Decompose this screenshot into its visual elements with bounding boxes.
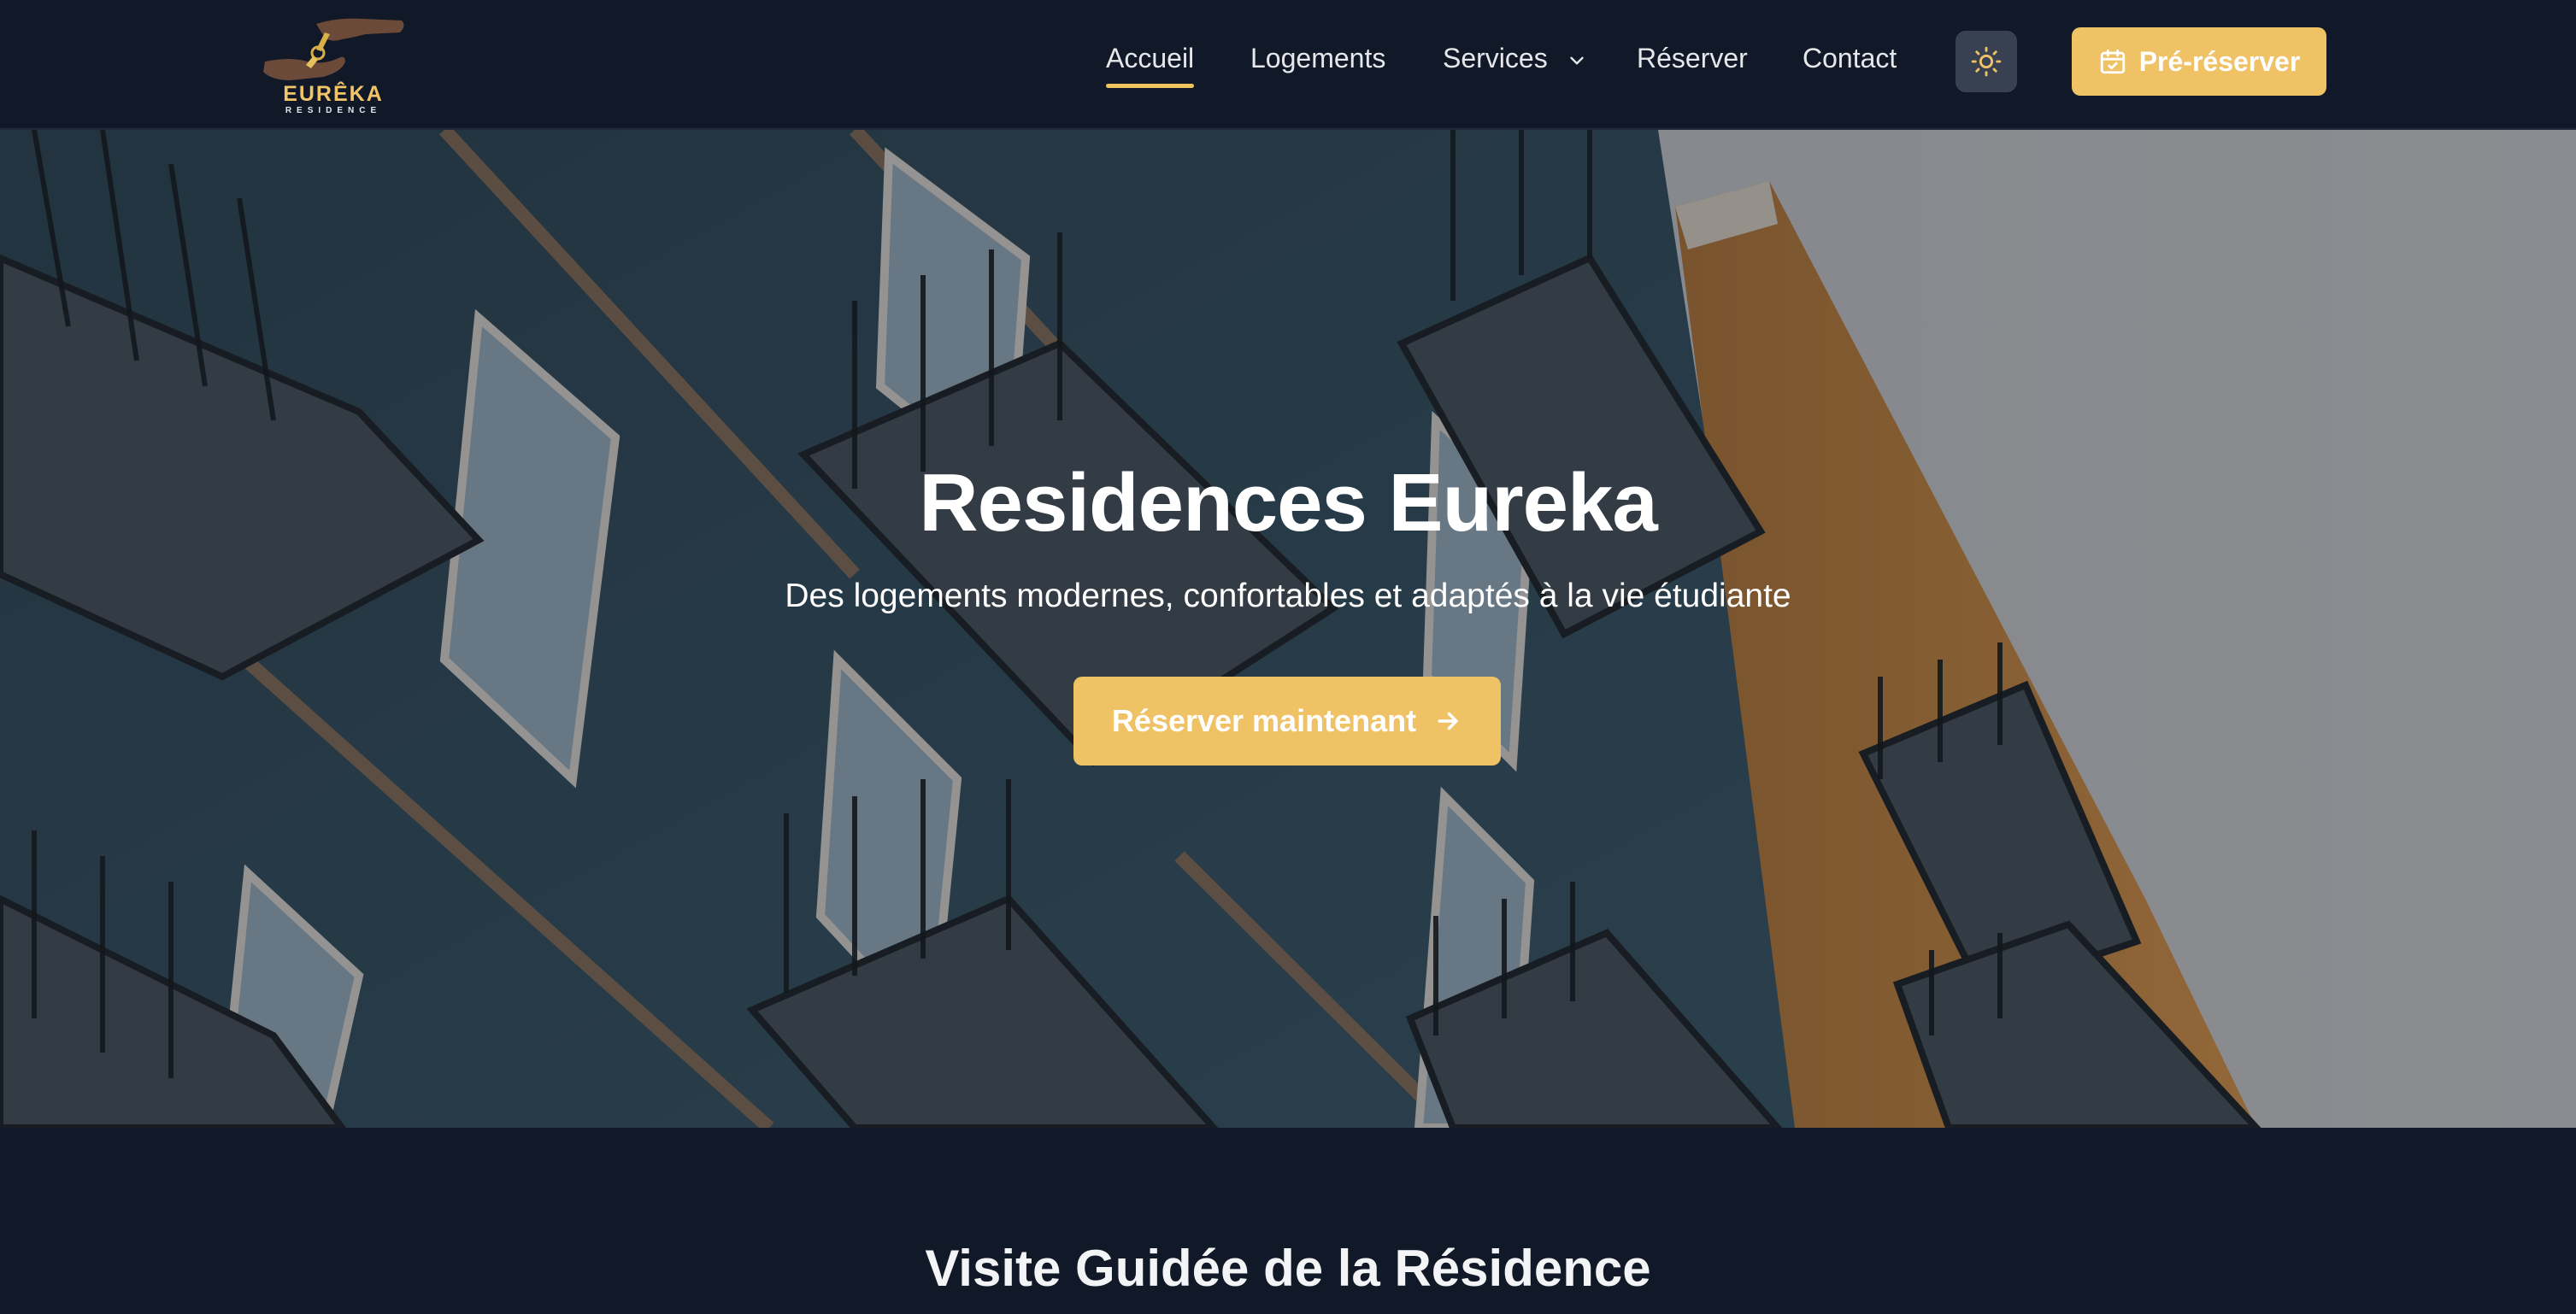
prebook-label: Pré-réserver <box>2138 45 2301 77</box>
hero-subtitle: Des logements modernes, confortables et … <box>785 578 1791 614</box>
hero-section: Residences Eureka Des logements modernes… <box>0 130 2576 1128</box>
prebook-button[interactable]: Pré-réserver <box>2072 27 2326 96</box>
reserve-now-button[interactable]: Réserver maintenant <box>1073 677 1501 766</box>
nav-item-reserver[interactable]: Réserver <box>1637 41 1748 79</box>
hero-title: Residences Eureka <box>919 457 1658 548</box>
nav-item-logements[interactable]: Logements <box>1250 41 1385 79</box>
nav-item-services[interactable]: Services <box>1443 41 1588 79</box>
site-logo[interactable]: EURÊKA RESIDENCE <box>256 9 410 116</box>
hero-overlay <box>0 130 2576 1128</box>
reserve-now-label: Réserver maintenant <box>1111 703 1417 738</box>
sun-icon <box>1971 46 2002 77</box>
chevron-down-icon <box>1566 50 1588 72</box>
brand-name: EURÊKA <box>283 82 384 106</box>
guided-tour-section: Visite Guidée de la Résidence <box>0 1128 2576 1314</box>
nav-item-accueil[interactable]: Accueil <box>1106 41 1195 88</box>
brand-tagline: RESIDENCE <box>285 106 382 115</box>
arrow-right-icon <box>1438 712 1458 730</box>
nav-item-services-label: Services <box>1443 43 1548 73</box>
calendar-check-icon <box>2100 49 2125 74</box>
nav-item-contact[interactable]: Contact <box>1803 41 1897 79</box>
navbar: EURÊKA RESIDENCE Accueil Logements Servi… <box>0 0 2576 130</box>
theme-toggle-button[interactable] <box>1956 31 2017 92</box>
guided-tour-title: Visite Guidée de la Résidence <box>925 1240 1651 1297</box>
